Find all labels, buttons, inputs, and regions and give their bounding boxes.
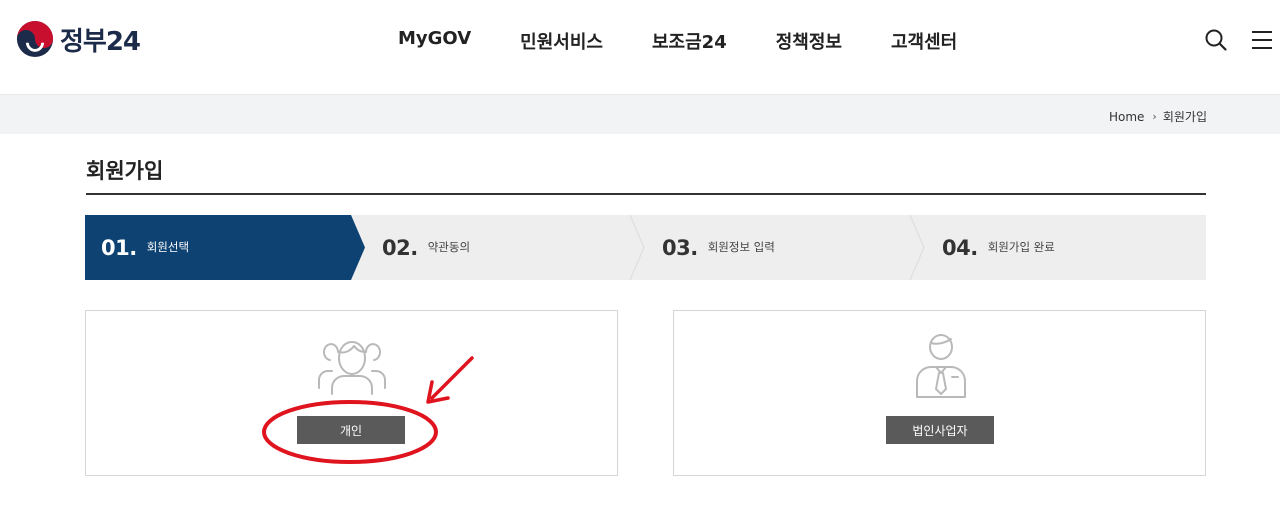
breadcrumb: Home › 회원가입 — [1109, 108, 1207, 125]
site-header: 정부24 MyGOV 민원서비스 보조금24 정책정보 고객센터 — [0, 0, 1280, 82]
step-2: 02. 약관동의 — [382, 215, 470, 280]
breadcrumb-bar: Home › 회원가입 — [0, 94, 1280, 134]
step-1-label: 회원선택 — [146, 239, 190, 254]
step-3-number: 03. — [662, 235, 698, 260]
site-logo[interactable]: 정부24 — [16, 20, 141, 58]
page-title: 회원가입 — [86, 159, 164, 183]
nav-item-civil-service[interactable]: 민원서비스 — [520, 28, 603, 54]
nav-item-customer-center[interactable]: 고객센터 — [891, 28, 957, 54]
people-group-icon — [318, 341, 386, 395]
step-3-label: 회원정보 입력 — [707, 239, 775, 254]
nav-item-mygov[interactable]: MyGOV — [398, 28, 471, 54]
businessman-icon — [916, 334, 966, 398]
personal-member-card[interactable]: 개인 — [85, 310, 618, 476]
title-divider — [86, 193, 1206, 195]
breadcrumb-separator: › — [1152, 110, 1157, 123]
logo-text: 정부24 — [60, 26, 141, 57]
search-icon[interactable] — [1204, 28, 1228, 52]
step-1-number: 01. — [101, 235, 137, 260]
hamburger-menu-icon[interactable] — [1250, 28, 1274, 52]
step-4: 04. 회원가입 완료 — [942, 215, 1055, 280]
taegeuk-logo-icon — [16, 20, 54, 58]
step-2-number: 02. — [382, 235, 418, 260]
personal-member-button[interactable]: 개인 — [297, 416, 405, 444]
nav-item-subsidy[interactable]: 보조금24 — [652, 28, 727, 54]
step-1: 01. 회원선택 — [101, 215, 189, 280]
corporate-member-card[interactable]: 법인사업자 — [673, 310, 1206, 476]
step-indicator: 01. 회원선택 02. 약관동의 03. 회원정보 입력 04. 회원가입 완… — [85, 215, 1206, 280]
step-4-number: 04. — [942, 235, 978, 260]
step-2-label: 약관동의 — [427, 239, 471, 254]
step-3: 03. 회원정보 입력 — [662, 215, 775, 280]
breadcrumb-current: 회원가입 — [1162, 110, 1207, 124]
corporate-member-button[interactable]: 법인사업자 — [886, 416, 994, 444]
nav-item-policy-info[interactable]: 정책정보 — [776, 28, 842, 54]
breadcrumb-home[interactable]: Home — [1109, 110, 1144, 124]
main-nav: MyGOV 민원서비스 보조금24 정책정보 고객센터 — [398, 28, 1006, 54]
step-4-label: 회원가입 완료 — [987, 239, 1055, 254]
